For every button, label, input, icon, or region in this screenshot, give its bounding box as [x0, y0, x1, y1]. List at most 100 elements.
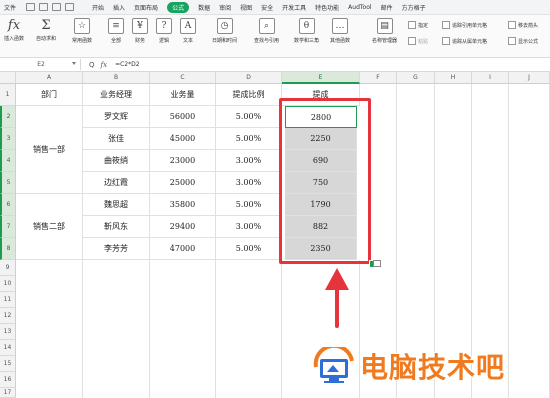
column-header-d[interactable]: D	[216, 72, 282, 84]
math-button[interactable]: θ 数学和三角	[294, 18, 319, 44]
header-manager[interactable]: 业务经理	[83, 84, 150, 106]
column-header-j[interactable]: J	[509, 72, 550, 84]
save-icon[interactable]	[26, 3, 36, 11]
ratio-cell[interactable]: 3.00%	[216, 150, 282, 172]
undo-icon[interactable]	[52, 3, 62, 11]
other-functions-button[interactable]: … 其他函数	[330, 18, 350, 44]
row-header-3[interactable]: 3	[0, 128, 16, 150]
manager-cell[interactable]: 魏思超	[83, 194, 150, 216]
ratio-cell[interactable]: 5.00%	[216, 194, 282, 216]
tab-audtool[interactable]: AudTool	[348, 4, 371, 11]
dept-cell-2[interactable]: 销售二部	[16, 194, 83, 260]
zoom-icon[interactable]: Q	[89, 61, 95, 69]
row-header-10[interactable]: 10	[0, 276, 16, 292]
tab-insert[interactable]: 插入	[113, 3, 125, 12]
row-header-6[interactable]: 6	[0, 194, 16, 216]
manager-cell[interactable]: 靳风东	[83, 216, 150, 238]
name-manager-button[interactable]: ▤ 名称管理器	[372, 18, 397, 44]
manager-cell[interactable]: 张佳	[83, 128, 150, 150]
row-header-14[interactable]: 14	[0, 340, 16, 356]
volume-cell[interactable]: 35800	[150, 194, 216, 216]
chevron-down-icon[interactable]	[72, 62, 76, 65]
volume-cell[interactable]: 47000	[150, 238, 216, 260]
redo-icon[interactable]	[65, 3, 75, 11]
all-functions-button[interactable]: ≡ 全部	[108, 18, 124, 44]
text-functions-button[interactable]: A 文本	[180, 18, 196, 44]
row-header-17[interactable]: 17	[0, 388, 16, 398]
tab-ffgz[interactable]: 方方格子	[402, 3, 426, 12]
row-header-15[interactable]: 15	[0, 356, 16, 372]
column-header-i[interactable]: I	[472, 72, 509, 84]
row-header-5[interactable]: 5	[0, 172, 16, 194]
column-header-h[interactable]: H	[435, 72, 472, 84]
row-header-12[interactable]: 12	[0, 308, 16, 324]
file-menu[interactable]: 文件	[4, 3, 16, 12]
financial-button[interactable]: ¥ 财务	[132, 18, 148, 44]
row-header-4[interactable]: 4	[0, 150, 16, 172]
show-formulas-icon	[508, 37, 516, 45]
print-icon[interactable]	[39, 3, 49, 11]
insert-function-button[interactable]: fx 插入函数	[4, 18, 24, 43]
logical-button[interactable]: ? 逻辑	[156, 18, 172, 44]
tab-data[interactable]: 数据	[198, 3, 210, 12]
trace-precedents-button[interactable]: 追踪引用单元格	[442, 21, 487, 29]
autofill-options-icon[interactable]	[373, 260, 381, 267]
column-header-a[interactable]: A	[16, 72, 83, 84]
row-header-7[interactable]: 7	[0, 216, 16, 238]
tab-formulas[interactable]: 公式	[167, 1, 190, 13]
ratio-cell[interactable]: 3.00%	[216, 172, 282, 194]
tab-home[interactable]: 开始	[92, 3, 104, 12]
column-header-e[interactable]: E	[282, 72, 360, 84]
remove-arrows-icon	[508, 21, 516, 29]
tab-developer[interactable]: 开发工具	[282, 3, 306, 12]
lookup-button[interactable]: ⌕ 查找与引用	[254, 18, 279, 44]
trace-dependents-button[interactable]: 追踪从属单元格	[442, 37, 487, 45]
column-header-b[interactable]: B	[83, 72, 150, 84]
row-header-1[interactable]: 1	[0, 84, 16, 106]
column-header-c[interactable]: C	[150, 72, 216, 84]
row-header-9[interactable]: 9	[0, 260, 16, 276]
volume-cell[interactable]: 56000	[150, 106, 216, 128]
volume-cell[interactable]: 29400	[150, 216, 216, 238]
tab-view[interactable]: 视图	[240, 3, 252, 12]
dept-cell-1[interactable]: 销售一部	[16, 106, 83, 194]
autosum-button[interactable]: Σ 自动求和	[36, 18, 56, 43]
tab-features[interactable]: 特色功能	[315, 3, 339, 12]
header-ratio[interactable]: 提成比例	[216, 84, 282, 106]
ratio-cell[interactable]: 5.00%	[216, 238, 282, 260]
header-dept[interactable]: 部门	[16, 84, 83, 106]
row-header-2[interactable]: 2	[0, 106, 16, 128]
specify-button[interactable]: 指定	[408, 21, 428, 29]
formula-input[interactable]: =C2*D2	[115, 61, 139, 68]
row-header-13[interactable]: 13	[0, 324, 16, 340]
ratio-cell[interactable]: 5.00%	[216, 106, 282, 128]
row-header-8[interactable]: 8	[0, 238, 16, 260]
column-header-f[interactable]: F	[360, 72, 397, 84]
common-functions-button[interactable]: ☆ 常用函数	[72, 18, 92, 44]
column-header-g[interactable]: G	[397, 72, 435, 84]
volume-cell[interactable]: 45000	[150, 128, 216, 150]
tab-mail[interactable]: 邮件	[381, 3, 393, 12]
list-icon: ≡	[108, 18, 124, 34]
row-header-11[interactable]: 11	[0, 292, 16, 308]
datetime-button[interactable]: ◷ 日期和时间	[212, 18, 237, 44]
show-formulas-button[interactable]: 显示公式	[508, 37, 538, 45]
volume-cell[interactable]: 25000	[150, 172, 216, 194]
name-box[interactable]: E2	[2, 59, 81, 70]
fx-icon[interactable]: fx	[101, 61, 108, 69]
row-header-16[interactable]: 16	[0, 372, 16, 388]
tab-page-layout[interactable]: 页面布局	[134, 3, 158, 12]
manager-cell[interactable]: 曲筱绡	[83, 150, 150, 172]
paste-button[interactable]: 粘贴	[408, 37, 428, 45]
select-all-corner[interactable]	[0, 72, 16, 84]
ratio-cell[interactable]: 5.00%	[216, 128, 282, 150]
tab-review[interactable]: 审阅	[219, 3, 231, 12]
header-volume[interactable]: 业务量	[150, 84, 216, 106]
ratio-cell[interactable]: 3.00%	[216, 216, 282, 238]
manager-cell[interactable]: 罗文辉	[83, 106, 150, 128]
manager-cell[interactable]: 李芳芳	[83, 238, 150, 260]
manager-cell[interactable]: 边红霞	[83, 172, 150, 194]
tab-security[interactable]: 安全	[261, 3, 273, 12]
remove-arrows-button[interactable]: 移去箭头	[508, 21, 538, 29]
volume-cell[interactable]: 23000	[150, 150, 216, 172]
